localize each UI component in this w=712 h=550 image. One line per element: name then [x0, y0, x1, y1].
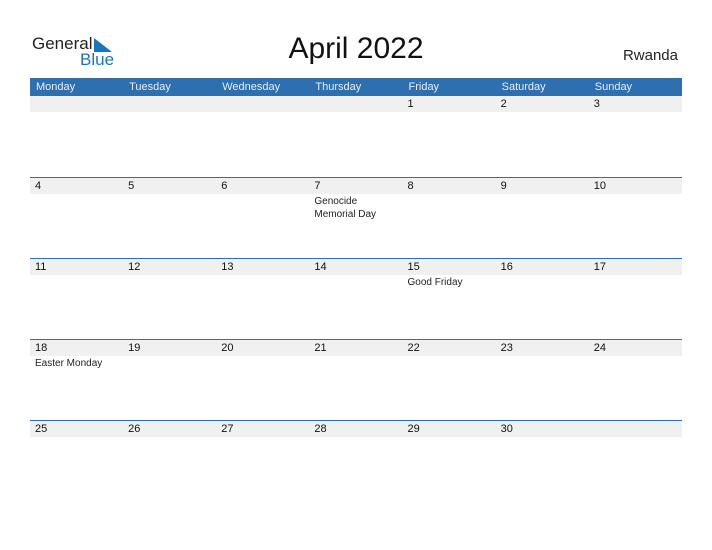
day-cell: 15 Good Friday — [402, 259, 496, 339]
week-row: 11 12 13 14 15 Good Friday 16 17 — [30, 258, 682, 339]
day-cell: 25 — [30, 421, 124, 501]
day-number: 17 — [588, 259, 682, 275]
day-number: 14 — [309, 259, 403, 275]
day-cell: 7 Genocide Memorial Day — [309, 178, 403, 258]
day-number: 26 — [123, 421, 217, 437]
day-cell: 12 — [123, 259, 217, 339]
day-number: 30 — [495, 421, 589, 437]
day-number — [30, 96, 124, 112]
day-cell: 28 — [309, 421, 403, 501]
day-number: 3 — [588, 96, 682, 112]
day-number: 29 — [402, 421, 496, 437]
day-cell: 18 Easter Monday — [30, 340, 124, 420]
day-cell: 19 — [123, 340, 217, 420]
day-number: 21 — [309, 340, 403, 356]
day-number: 24 — [588, 340, 682, 356]
day-number: 4 — [30, 178, 124, 194]
weekday-tuesday: Tuesday — [129, 81, 171, 93]
day-cell: 2 — [495, 96, 589, 177]
day-number: 28 — [309, 421, 403, 437]
day-cell: 3 — [588, 96, 682, 177]
day-number: 2 — [495, 96, 589, 112]
day-number: 7 — [309, 178, 403, 194]
weekday-monday: Monday — [36, 81, 76, 93]
calendar-grid: Monday Tuesday Wednesday Thursday Friday Satu… — [30, 78, 682, 501]
day-cell: 10 — [588, 178, 682, 258]
day-number: 9 — [495, 178, 589, 194]
day-number: 15 — [402, 259, 496, 275]
day-cell: 6 — [216, 178, 310, 258]
day-number: 25 — [30, 421, 124, 437]
weekday-saturday: Saturday — [501, 81, 546, 93]
day-number: 6 — [216, 178, 310, 194]
page-title: April 2022 — [288, 32, 424, 65]
day-number — [123, 96, 217, 112]
week-row: 123 — [30, 96, 682, 177]
day-number: 16 — [495, 259, 589, 275]
week-row: 4 5 6 7 Genocide Memorial Day 8 9 10 — [30, 177, 682, 258]
day-cell — [309, 96, 403, 177]
day-cell: 11 — [30, 259, 124, 339]
weekday-sunday: Sunday — [594, 81, 633, 93]
day-number — [588, 421, 682, 437]
day-number: 22 — [402, 340, 496, 356]
day-number: 23 — [495, 340, 589, 356]
day-cell: 20 — [216, 340, 310, 420]
week-row: 25 26 27 28 29 30 — [30, 420, 682, 501]
country-label: Rwanda — [622, 47, 678, 64]
day-number: 27 — [216, 421, 310, 437]
day-number: 8 — [402, 178, 496, 194]
day-cell: 5 — [123, 178, 217, 258]
day-number: 11 — [30, 259, 124, 275]
weekday-wednesday: Wednesday — [222, 81, 281, 93]
day-cell: 16 — [495, 259, 589, 339]
weekday-friday: Friday — [408, 81, 440, 93]
day-cell — [588, 421, 682, 501]
day-number: 12 — [123, 259, 217, 275]
weekday-thursday: Thursday — [315, 81, 362, 93]
day-cell: 29 — [402, 421, 496, 501]
day-cell: 9 — [495, 178, 589, 258]
day-cell: 27 — [216, 421, 310, 501]
day-number: 20 — [216, 340, 310, 356]
day-cell: 26 — [123, 421, 217, 501]
day-cell: 22 — [402, 340, 496, 420]
day-number: 1 — [402, 96, 496, 112]
day-cell: 4 — [30, 178, 124, 258]
week-row: 18 Easter Monday 19 20 21 22 23 24 — [30, 339, 682, 420]
day-cell — [123, 96, 217, 177]
day-number: 19 — [123, 340, 217, 356]
day-cell: 8 — [402, 178, 496, 258]
day-cell: 13 — [216, 259, 310, 339]
day-cell: 30 — [495, 421, 589, 501]
day-cell: 24 — [588, 340, 682, 420]
day-number — [216, 96, 310, 112]
holiday-label: Good Friday — [407, 277, 463, 288]
day-number: 10 — [588, 178, 682, 194]
day-cell: 1 — [402, 96, 496, 177]
day-cell — [216, 96, 310, 177]
weekday-header: Monday Tuesday Wednesday Thursday Friday Satu… — [30, 78, 682, 96]
day-cell: 21 — [309, 340, 403, 420]
day-cell — [30, 96, 124, 177]
day-number — [309, 96, 403, 112]
day-cell: 23 — [495, 340, 589, 420]
day-cell: 14 — [309, 259, 403, 339]
holiday-label: Easter Monday — [35, 358, 103, 369]
day-number: 13 — [216, 259, 310, 275]
day-number: 5 — [123, 178, 217, 194]
holiday-label: Genocide Memorial Day — [314, 196, 377, 220]
day-number: 18 — [30, 340, 124, 356]
day-cell: 17 — [588, 259, 682, 339]
